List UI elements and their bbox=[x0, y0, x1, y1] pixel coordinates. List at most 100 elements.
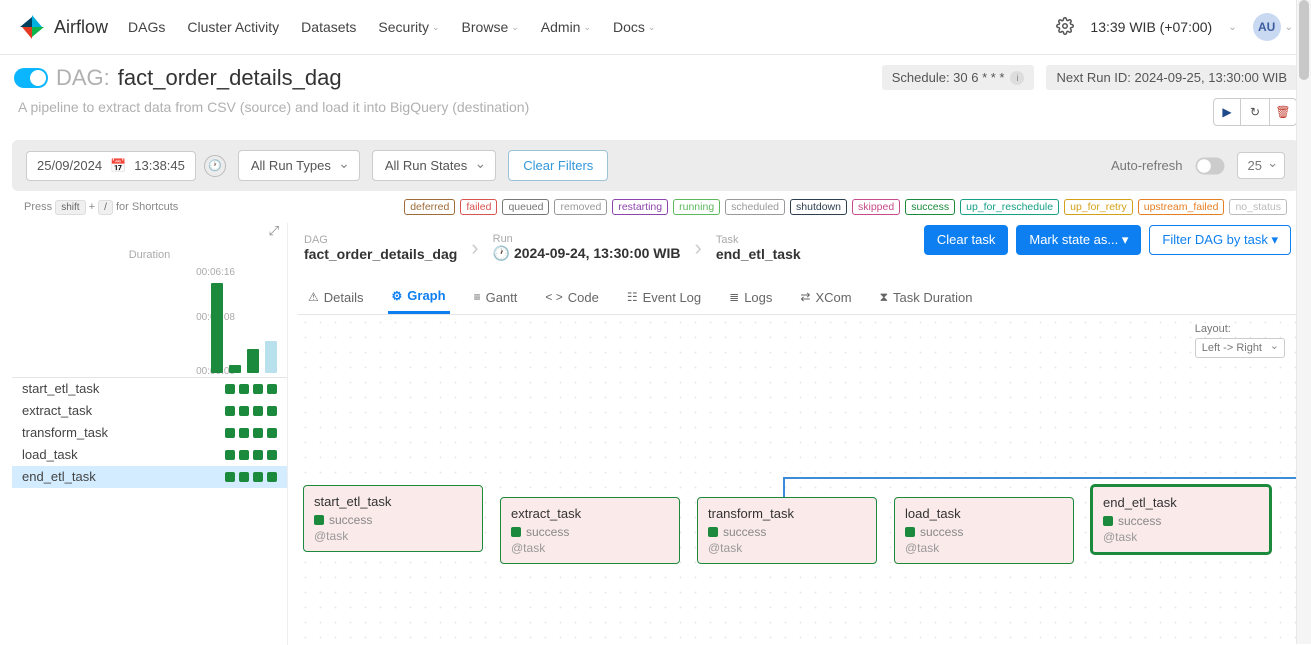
delete-button[interactable]: 🗑 bbox=[1269, 98, 1297, 126]
top-navbar: Airflow DAGs Cluster Activity Datasets Secu… bbox=[0, 0, 1311, 55]
status-tag-failed[interactable]: failed bbox=[460, 199, 497, 215]
tab-xcom[interactable]: ⇄XCom bbox=[796, 280, 855, 314]
task-row[interactable]: load_task bbox=[12, 444, 287, 466]
gear-icon[interactable] bbox=[1056, 17, 1074, 38]
status-tag-upstream_failed[interactable]: upstream_failed bbox=[1138, 199, 1225, 215]
status-tag-queued[interactable]: queued bbox=[502, 199, 549, 215]
dag-description: A pipeline to extract data from CSV (sou… bbox=[18, 99, 529, 115]
info-icon: i bbox=[1010, 71, 1024, 85]
tab-details[interactable]: ⚠Details bbox=[304, 280, 368, 314]
scrollbar-thumb[interactable] bbox=[1299, 0, 1309, 80]
graph-node-load_task[interactable]: load_tasksuccess@task bbox=[894, 497, 1074, 564]
time-value: 13:38:45 bbox=[134, 158, 185, 173]
task-row[interactable]: transform_task bbox=[12, 422, 287, 444]
tab-graph[interactable]: ⚙Graph bbox=[388, 280, 450, 314]
trigger-dag-button[interactable]: ▶ bbox=[1213, 98, 1241, 126]
clear-task-button[interactable]: Clear task bbox=[924, 225, 1009, 255]
nav-item-dags[interactable]: DAGs bbox=[128, 19, 165, 35]
auto-refresh-label: Auto-refresh bbox=[1111, 158, 1183, 173]
nav-item-docs[interactable]: Docs⌄ bbox=[613, 19, 655, 35]
layout-label: Layout: bbox=[1195, 323, 1285, 335]
crumb-task[interactable]: end_etl_task bbox=[716, 246, 801, 262]
graph-canvas[interactable]: Layout: Left -> Right start_etl_tasksucc… bbox=[298, 315, 1299, 645]
date-value: 25/09/2024 bbox=[37, 158, 102, 173]
status-tag-removed[interactable]: removed bbox=[554, 199, 607, 215]
tab-code[interactable]: < >Code bbox=[541, 280, 602, 314]
run-types-select[interactable]: All Run Types bbox=[238, 150, 360, 181]
task-row[interactable]: extract_task bbox=[12, 400, 287, 422]
crumb-label: DAG bbox=[304, 234, 457, 246]
filter-dag-button[interactable]: Filter DAG by task ▾ bbox=[1149, 225, 1291, 255]
airflow-logo-icon bbox=[18, 13, 46, 41]
scrollbar[interactable] bbox=[1296, 0, 1311, 644]
status-tag-up_for_retry[interactable]: up_for_retry bbox=[1064, 199, 1133, 215]
bar[interactable] bbox=[229, 365, 241, 373]
status-tag-scheduled[interactable]: scheduled bbox=[725, 199, 785, 215]
crumb-label: Run bbox=[493, 233, 681, 245]
nav-item-cluster-activity[interactable]: Cluster Activity bbox=[187, 19, 279, 35]
bar-selected[interactable] bbox=[265, 341, 277, 373]
time-display[interactable]: 13:39 WIB (+07:00) bbox=[1090, 19, 1212, 35]
calendar-icon: 📅 bbox=[110, 158, 126, 174]
dag-enabled-toggle[interactable] bbox=[14, 68, 48, 88]
mark-state-button[interactable]: Mark state as... ▾ bbox=[1016, 225, 1141, 255]
y-axis-label: 00:06:16 bbox=[196, 267, 235, 278]
layout-select[interactable]: Left -> Right bbox=[1195, 338, 1285, 358]
next-run-text: Next Run ID: 2024-09-25, 13:30:00 WIB bbox=[1056, 70, 1287, 85]
graph-node-start_etl_task[interactable]: start_etl_tasksuccess@task bbox=[303, 485, 483, 552]
collapse-icon[interactable]: ⤢ bbox=[269, 223, 279, 239]
status-tag-deferred[interactable]: deferred bbox=[404, 199, 455, 215]
next-run-pill[interactable]: Next Run ID: 2024-09-25, 13:30:00 WIB bbox=[1046, 65, 1297, 90]
page-size-select[interactable]: 25 bbox=[1237, 152, 1285, 179]
tab-task-duration[interactable]: ⧗Task Duration bbox=[876, 280, 977, 314]
duration-label: Duration bbox=[12, 249, 287, 261]
kbd-slash: / bbox=[98, 200, 113, 215]
status-legend: deferred failed queued removed restarting run… bbox=[404, 199, 1287, 215]
chevron-down-icon: ⌄ bbox=[1285, 22, 1293, 33]
brand-text: Airflow bbox=[54, 17, 108, 38]
status-tag-restarting[interactable]: restarting bbox=[612, 199, 668, 215]
dag-label: DAG: bbox=[56, 65, 110, 91]
clear-filters-button[interactable]: Clear Filters bbox=[508, 150, 608, 181]
nav-item-admin[interactable]: Admin⌄ bbox=[541, 19, 591, 35]
tabs: ⚠Details ⚙Graph ≡Gantt < >Code ☷Event Log ≣Lo… bbox=[298, 280, 1299, 315]
auto-refresh-toggle[interactable] bbox=[1195, 157, 1224, 174]
tab-logs[interactable]: ≣Logs bbox=[725, 280, 776, 314]
status-tag-up_for_reschedule[interactable]: up_for_reschedule bbox=[960, 199, 1059, 215]
graph-node-transform_task[interactable]: transform_tasksuccess@task bbox=[697, 497, 877, 564]
refresh-button[interactable]: ↻ bbox=[1241, 98, 1269, 126]
status-tag-no_status[interactable]: no_status bbox=[1229, 199, 1287, 215]
clock-icon[interactable]: 🕐 bbox=[204, 155, 226, 177]
crumb-divider: › bbox=[695, 235, 702, 261]
task-row[interactable]: end_etl_task bbox=[12, 466, 287, 488]
nav-item-security[interactable]: Security⌄ bbox=[378, 19, 439, 35]
schedule-pill[interactable]: Schedule: 30 6 * * * i bbox=[882, 65, 1035, 90]
kbd-shift: shift bbox=[55, 200, 85, 215]
nav-menu: DAGs Cluster Activity Datasets Security⌄ Bro… bbox=[128, 19, 655, 35]
chevron-down-icon: ⌄ bbox=[1228, 22, 1236, 33]
graph-node-extract_task[interactable]: extract_tasksuccess@task bbox=[500, 497, 680, 564]
bar[interactable] bbox=[247, 349, 259, 373]
status-tag-success[interactable]: success bbox=[905, 199, 955, 215]
date-input[interactable]: 25/09/2024 📅 13:38:45 bbox=[26, 151, 196, 181]
duration-chart: 00:06:16 00:03:08 00:00:00 bbox=[12, 267, 287, 377]
tab-gantt[interactable]: ≡Gantt bbox=[470, 280, 522, 314]
user-menu[interactable]: AU ⌄ bbox=[1253, 13, 1293, 41]
task-row[interactable]: start_etl_task bbox=[12, 378, 287, 400]
crumb-label: Task bbox=[716, 234, 801, 246]
dag-action-buttons: ▶ ↻ 🗑 bbox=[1213, 98, 1297, 126]
status-tag-shutdown[interactable]: shutdown bbox=[790, 199, 847, 215]
brand[interactable]: Airflow bbox=[18, 13, 108, 41]
dag-name: fact_order_details_dag bbox=[118, 65, 342, 91]
tab-event-log[interactable]: ☷Event Log bbox=[623, 280, 705, 314]
bar[interactable] bbox=[211, 283, 223, 373]
graph-node-end_etl_task[interactable]: end_etl_tasksuccess@task bbox=[1091, 485, 1271, 554]
nav-item-browse[interactable]: Browse⌄ bbox=[462, 19, 519, 35]
status-tag-running[interactable]: running bbox=[673, 199, 720, 215]
run-states-select[interactable]: All Run States bbox=[372, 150, 496, 181]
shortcuts-hint: Press shift + / for Shortcuts bbox=[24, 201, 178, 213]
crumb-run[interactable]: 🕐 2024-09-24, 13:30:00 WIB bbox=[493, 245, 681, 262]
nav-item-datasets[interactable]: Datasets bbox=[301, 19, 356, 35]
crumb-dag[interactable]: fact_order_details_dag bbox=[304, 246, 457, 262]
status-tag-skipped[interactable]: skipped bbox=[852, 199, 900, 215]
